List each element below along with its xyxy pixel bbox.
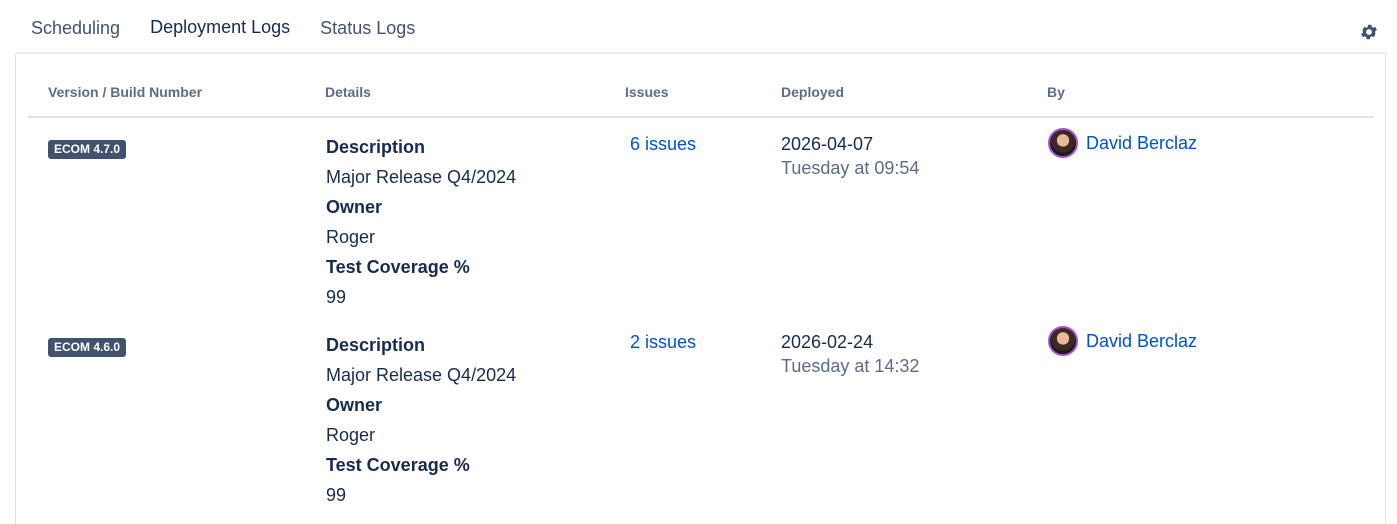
header-issues: Issues: [625, 84, 669, 100]
tab-deployment-logs[interactable]: Deployment Logs: [135, 2, 306, 54]
user-link[interactable]: David Berclaz: [1086, 331, 1197, 352]
detail-label: Description: [326, 335, 426, 355]
deployed-date: 2026-04-07: [781, 134, 874, 154]
deployment-logs-panel: Version / Build Number Details Issues De…: [15, 54, 1386, 524]
details-list: Description Major Release Q4/2024 Owner …: [326, 132, 606, 312]
version-badge: ECOM 4.7.0: [48, 140, 127, 159]
avatar[interactable]: [1048, 128, 1078, 158]
deployed-date: 2026-02-24: [781, 332, 874, 352]
header-deployed: Deployed: [781, 84, 845, 100]
header-version: Version / Build Number: [48, 84, 203, 100]
version-badge: ECOM 4.6.0: [48, 338, 127, 357]
deployed-cell: 2026-04-07 Tuesday at 09:54: [781, 132, 919, 180]
detail-value: 99: [326, 287, 347, 307]
detail-value: 99: [326, 485, 347, 505]
tab-status-logs[interactable]: Status Logs: [305, 2, 430, 54]
detail-label: Description: [326, 137, 426, 157]
deployed-time: Tuesday at 14:32: [781, 356, 920, 376]
issues-link[interactable]: 6 issues: [630, 134, 696, 155]
avatar[interactable]: [1048, 326, 1078, 356]
table-header: Version / Build Number Details Issues De…: [28, 54, 1373, 118]
user-cell: David Berclaz: [1048, 326, 1197, 356]
issues-link[interactable]: 2 issues: [630, 332, 696, 353]
detail-value: Major Release Q4/2024: [326, 365, 517, 385]
detail-value: Roger: [326, 227, 376, 247]
deployed-time: Tuesday at 09:54: [781, 158, 920, 178]
user-cell: David Berclaz: [1048, 128, 1197, 158]
tab-scheduling[interactable]: Scheduling: [16, 2, 135, 54]
header-details: Details: [325, 84, 371, 100]
deployed-cell: 2026-02-24 Tuesday at 14:32: [781, 330, 919, 378]
header-by: By: [1047, 84, 1065, 100]
detail-label: Test Coverage %: [326, 455, 470, 475]
details-list: Description Major Release Q4/2024 Owner …: [326, 330, 606, 510]
detail-value: Roger: [326, 425, 376, 445]
detail-value: Major Release Q4/2024: [326, 167, 517, 187]
user-link[interactable]: David Berclaz: [1086, 133, 1197, 154]
gear-icon[interactable]: [1359, 22, 1379, 42]
tab-bar: Scheduling Deployment Logs Status Logs: [16, 0, 1387, 54]
detail-label: Owner: [326, 395, 383, 415]
detail-label: Test Coverage %: [326, 257, 470, 277]
detail-label: Owner: [326, 197, 383, 217]
